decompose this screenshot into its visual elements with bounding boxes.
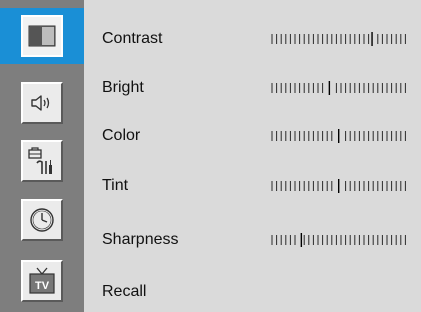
menu-row-recall[interactable]: Recall xyxy=(84,274,421,310)
menu-category-sidebar: TV xyxy=(0,0,84,312)
menu-label-contrast: Contrast xyxy=(102,30,163,47)
tint-slider[interactable] xyxy=(270,179,418,193)
clock-icon xyxy=(21,199,63,241)
slider-track xyxy=(271,32,406,46)
picture-icon xyxy=(21,15,63,57)
menu-label-bright: Bright xyxy=(102,79,144,96)
tab-setup[interactable] xyxy=(0,133,84,189)
slider-track xyxy=(271,129,406,143)
sharpness-slider[interactable] xyxy=(270,233,418,247)
menu-row-tint[interactable]: Tint xyxy=(84,168,421,204)
menu-label-color: Color xyxy=(102,127,141,144)
slider-track xyxy=(271,233,406,247)
menu-label-tint: Tint xyxy=(102,177,129,194)
tab-audio[interactable] xyxy=(0,75,84,131)
tv-icon-text: TV xyxy=(35,280,50,292)
menu-label-recall: Recall xyxy=(102,283,147,300)
tab-timer[interactable] xyxy=(0,192,84,248)
menu-label-sharpness: Sharpness xyxy=(102,231,179,248)
menu-row-contrast[interactable]: Contrast xyxy=(84,21,421,57)
tools-icon xyxy=(21,140,63,182)
slider-track xyxy=(271,81,406,95)
speaker-icon xyxy=(21,82,63,124)
bright-slider[interactable] xyxy=(270,81,418,95)
tab-picture[interactable] xyxy=(0,8,84,64)
osd-menu: TV Contrast Bright Color Tint Sharpness … xyxy=(0,0,421,312)
menu-row-color[interactable]: Color xyxy=(84,118,421,154)
menu-row-bright[interactable]: Bright xyxy=(84,70,421,106)
slider-track xyxy=(271,179,406,193)
tv-icon: TV xyxy=(21,260,63,302)
contrast-slider[interactable] xyxy=(270,32,418,46)
tab-channel[interactable]: TV xyxy=(0,253,84,309)
menu-row-sharpness[interactable]: Sharpness xyxy=(84,222,421,258)
color-slider[interactable] xyxy=(270,129,418,143)
